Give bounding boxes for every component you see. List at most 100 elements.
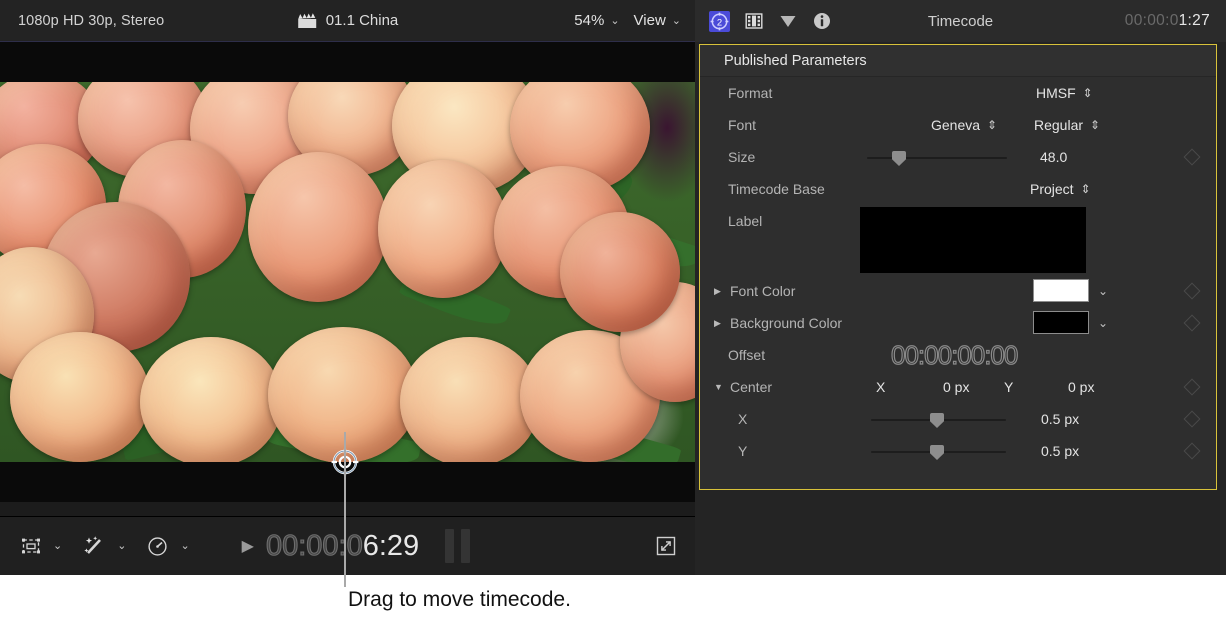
callout-leader-line [344,432,346,587]
timecode-lit-part: 6:29 [363,530,419,562]
project-name-label: 01.1 China [326,12,399,29]
video-frame[interactable]: 00:00:06:29 [0,82,695,462]
timecode-base-label: Timecode Base [728,181,825,197]
offset-label: Offset [728,347,765,363]
timecode-lit-part: 1:27 [1179,12,1210,29]
viewer-stage: 00:00:06:29 [0,42,695,502]
row-offset: Offset 00:00:00:00 [700,339,1216,371]
color-triangle-icon[interactable] [778,11,798,31]
size-slider[interactable] [867,157,1007,159]
chevron-down-icon: ⌄ [53,539,62,552]
magic-wand-icon [82,534,106,558]
info-circle-icon[interactable] [812,11,832,31]
center-y-value[interactable]: 0 px [1068,379,1094,395]
row-center: ▼ Center X 0 px Y 0 px [700,371,1216,403]
stepper-icon: ⇕ [1081,182,1091,196]
size-keyframe-diamond-icon[interactable] [1184,149,1201,166]
project-indicator[interactable]: 01.1 China [297,12,399,29]
clapperboard-icon [297,13,317,29]
inspector-tab-bar: 2 [709,11,832,32]
center-x-slider-knob[interactable] [930,413,944,428]
row-font-color: ▶ Font Color ⌄ [700,275,1216,307]
format-value-popup[interactable]: HMSF⇕ [1036,85,1093,101]
parameter-rows: Format HMSF⇕ Font Geneva⇕ Regular⇕ Size … [700,77,1216,489]
format-label: Format [728,85,772,101]
video-badge-2-icon[interactable]: 2 [709,11,730,32]
view-menu-button[interactable]: View ⌄ [634,12,681,30]
font-color-swatch[interactable] [1033,279,1089,302]
expand-arrows-icon[interactable] [655,535,677,557]
chevron-down-icon: ⌄ [672,14,681,27]
row-center-y: Y 0.5 px [700,435,1216,467]
enhance-tool-button[interactable]: ⌄ [82,534,126,558]
center-x-value[interactable]: 0 px [943,379,969,395]
inspector-timecode[interactable]: 00:00:01:27 [1125,12,1210,30]
view-menu-label: View [634,12,666,29]
row-center-x: X 0.5 px [700,403,1216,435]
size-slider-knob[interactable] [892,151,906,166]
center-x-value-field[interactable]: 0.5 px [1041,411,1079,427]
center-y-slider-knob[interactable] [930,445,944,460]
center-label: Center [730,379,772,395]
callout-text: Drag to move timecode. [348,588,571,612]
background-color-disclosure-triangle-icon[interactable]: ▶ [714,318,721,329]
label-label: Label [728,213,762,229]
film-strip-icon[interactable] [744,11,764,31]
font-color-disclosure-triangle-icon[interactable]: ▶ [714,286,721,297]
chevron-down-icon: ⌄ [117,539,126,552]
viewer-bottom-toolbar: ⌄ ⌄ ⌄ ▶ 00: [0,516,695,575]
center-y-keyframe-diamond-icon[interactable] [1184,443,1201,460]
zoom-level-button[interactable]: 54%⌄ [574,12,619,30]
panel-header: Published Parameters [700,45,1216,77]
inspector-title: Timecode [928,13,993,30]
peach [400,337,540,462]
center-keyframe-diamond-icon[interactable] [1184,379,1201,396]
background-color-chevron-down-icon[interactable]: ⌄ [1098,316,1108,330]
play-triangle-icon[interactable]: ▶ [242,536,254,556]
svg-text:2: 2 [717,17,722,28]
row-font: Font Geneva⇕ Regular⇕ [700,109,1216,141]
font-color-chevron-down-icon[interactable]: ⌄ [1098,284,1108,298]
center-x-axis-label: X [876,379,885,395]
background-color-swatch[interactable] [1033,311,1089,334]
label-text-input[interactable] [860,207,1086,273]
offset-timecode-field[interactable]: 00:00:00:00 [891,342,1017,368]
inspector-toolbar: 2 Timecode 00:00 [695,0,1226,42]
center-y-value-field[interactable]: 0.5 px [1041,443,1079,459]
stepper-icon: ⇕ [1083,86,1093,100]
pause-bars-icon[interactable] [445,529,470,563]
center-disclosure-triangle-icon[interactable]: ▼ [714,382,723,392]
viewer-toolbar: 1080p HD 30p, Stereo 01.1 China 54%⌄ Vie… [0,0,695,42]
font-style-popup[interactable]: Regular⇕ [1034,117,1100,133]
crop-transform-icon [20,535,42,557]
font-color-keyframe-diamond-icon[interactable] [1184,283,1201,300]
row-timecode-base: Timecode Base Project⇕ [700,173,1216,205]
background-color-keyframe-diamond-icon[interactable] [1184,315,1201,332]
font-family-value: Geneva [931,117,980,133]
font-label: Font [728,117,756,133]
peach [10,332,150,462]
app-window: 1080p HD 30p, Stereo 01.1 China 54%⌄ Vie… [0,0,1226,622]
timecode-base-popup[interactable]: Project⇕ [1030,181,1091,197]
center-x-keyframe-diamond-icon[interactable] [1184,411,1201,428]
clip-format-label: 1080p HD 30p, Stereo [18,13,164,29]
center-x-slider[interactable] [871,419,1006,421]
peach [378,160,508,298]
size-label: Size [728,149,755,165]
size-value-field[interactable]: 48.0 [1040,149,1067,165]
chevron-down-icon: ⌄ [610,14,619,27]
font-family-popup[interactable]: Geneva⇕ [931,117,997,133]
center-y-slider[interactable] [871,451,1006,453]
peach [248,152,388,302]
transform-tool-button[interactable]: ⌄ [20,535,62,557]
speedometer-icon [146,535,169,558]
row-size: Size 48.0 [700,141,1216,173]
peach [268,327,418,462]
published-parameters-panel: Published Parameters Format HMSF⇕ Font G… [699,44,1217,490]
timecode-dim-part: 00:00:0 [266,530,363,562]
timecode-dim-part: 00:00:0 [1125,12,1179,29]
inspector-pane: 2 Timecode 00:00 [695,0,1226,575]
playhead-timecode[interactable]: 00:00:06:29 [266,532,419,561]
viewer-toolbar-right: 54%⌄ View ⌄ [574,12,681,30]
retime-tool-button[interactable]: ⌄ [146,535,189,558]
